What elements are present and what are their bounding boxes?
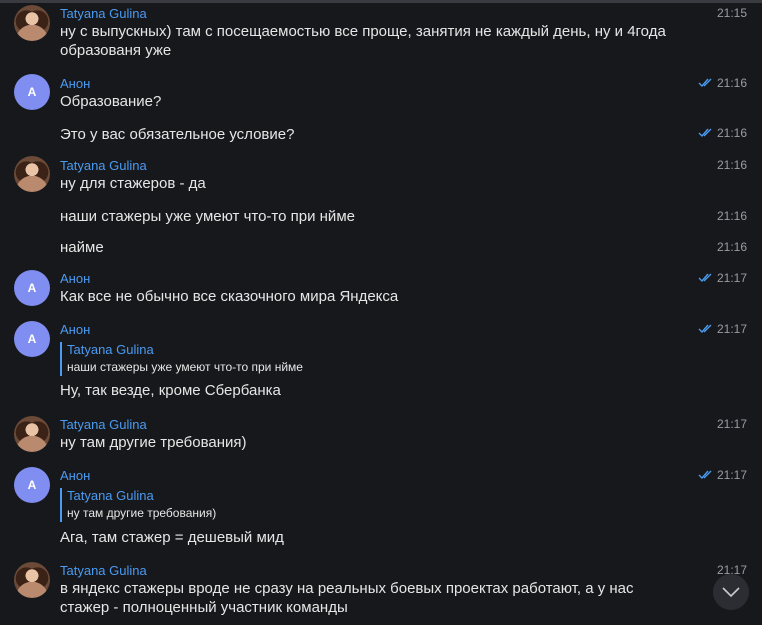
message-author[interactable]: Анон — [60, 322, 90, 337]
reply-text: наши стажеры уже умеют что-то при нйме — [67, 360, 303, 374]
reply-text: ну там другие требования) — [67, 506, 217, 520]
message[interactable]: 21:16 найме — [0, 233, 762, 263]
message-author[interactable]: Tatyana Gulina — [60, 563, 147, 578]
message-text: наши стажеры уже умеют что-то при нйме — [60, 208, 355, 225]
message[interactable]: А Анон 21:17 Как все не обычно все сказо… — [0, 263, 762, 313]
reply-author: Tatyana Gulina — [67, 342, 154, 357]
message-author[interactable]: Tatyana Gulina — [60, 6, 147, 21]
avatar[interactable]: А — [14, 74, 50, 110]
message-text: Ну, так везде, кроме Сбербанка — [60, 382, 281, 399]
reply-quote[interactable]: Tatyana Gulina наши стажеры уже умеют чт… — [60, 342, 303, 376]
double-check-icon — [698, 273, 712, 283]
message-author[interactable]: Анон — [60, 76, 90, 91]
message[interactable]: Tatyana Gulina 21:17 в яндекс стажеры вр… — [0, 556, 762, 625]
double-check-icon — [698, 324, 712, 334]
message[interactable]: 21:16 Это у вас обязательное условие? — [0, 120, 762, 150]
message[interactable]: А Анон 21:16 Образование? — [0, 66, 762, 116]
message-time: 21:15 — [716, 6, 747, 20]
message-time: 21:16 — [716, 240, 747, 254]
message-time: 21:17 — [716, 322, 747, 336]
message-text: ну там другие требования) — [60, 434, 247, 451]
scroll-to-bottom-button[interactable] — [713, 574, 749, 610]
double-check-icon — [698, 78, 712, 88]
message-time: 21:16 — [716, 158, 747, 172]
avatar[interactable] — [14, 416, 50, 452]
message-author[interactable]: Анон — [60, 271, 90, 286]
message-text: Ага, там стажер = дешевый мид — [60, 529, 284, 546]
message-text: найме — [60, 239, 104, 256]
message-time: 21:17 — [716, 468, 747, 482]
message-author[interactable]: Tatyana Gulina — [60, 158, 147, 173]
avatar[interactable]: А — [14, 467, 50, 503]
chevron-down-icon — [722, 587, 740, 597]
message[interactable]: Tatyana Gulina 21:16 ну для стажеров - д… — [0, 150, 762, 200]
avatar[interactable] — [14, 562, 50, 598]
avatar[interactable]: А — [14, 270, 50, 306]
message-text: ну с выпускных) там с посещаемостью все … — [60, 23, 666, 59]
message-author[interactable]: Анон — [60, 468, 90, 483]
message-text: ну для стажеров - да — [60, 175, 206, 192]
chat-history: Tatyana Gulina 21:15 ну с выпускных) там… — [0, 0, 762, 625]
message[interactable]: Tatyana Gulina 21:17 ну там другие требо… — [0, 410, 762, 460]
avatar[interactable] — [14, 156, 50, 192]
message-time: 21:16 — [716, 209, 747, 223]
message-time: 21:16 — [716, 126, 747, 140]
double-check-icon — [698, 128, 712, 138]
message-text: Как все не обычно все сказочного мира Ян… — [60, 288, 399, 305]
message-time: 21:17 — [716, 417, 747, 431]
avatar[interactable] — [14, 5, 50, 41]
message-text: Это у вас обязательное условие? — [60, 126, 295, 143]
message-text: в яндекс стажеры вроде не сразу на реаль… — [60, 580, 634, 616]
message-author[interactable]: Tatyana Gulina — [60, 417, 147, 432]
message[interactable]: А Анон 21:17 Tatyana Gulina ну там други… — [0, 460, 762, 552]
message-time: 21:17 — [716, 271, 747, 285]
message[interactable]: 21:16 наши стажеры уже умеют что-то при … — [0, 202, 762, 232]
reply-quote[interactable]: Tatyana Gulina ну там другие требования) — [60, 488, 216, 522]
message-text: Образование? — [60, 93, 162, 110]
message-time: 21:16 — [716, 76, 747, 90]
double-check-icon — [698, 470, 712, 480]
reply-author: Tatyana Gulina — [67, 488, 154, 503]
message[interactable]: Tatyana Gulina 21:15 ну с выпускных) там… — [0, 0, 762, 66]
avatar[interactable]: А — [14, 321, 50, 357]
message[interactable]: А Анон 21:17 Tatyana Gulina наши стажеры… — [0, 314, 762, 406]
